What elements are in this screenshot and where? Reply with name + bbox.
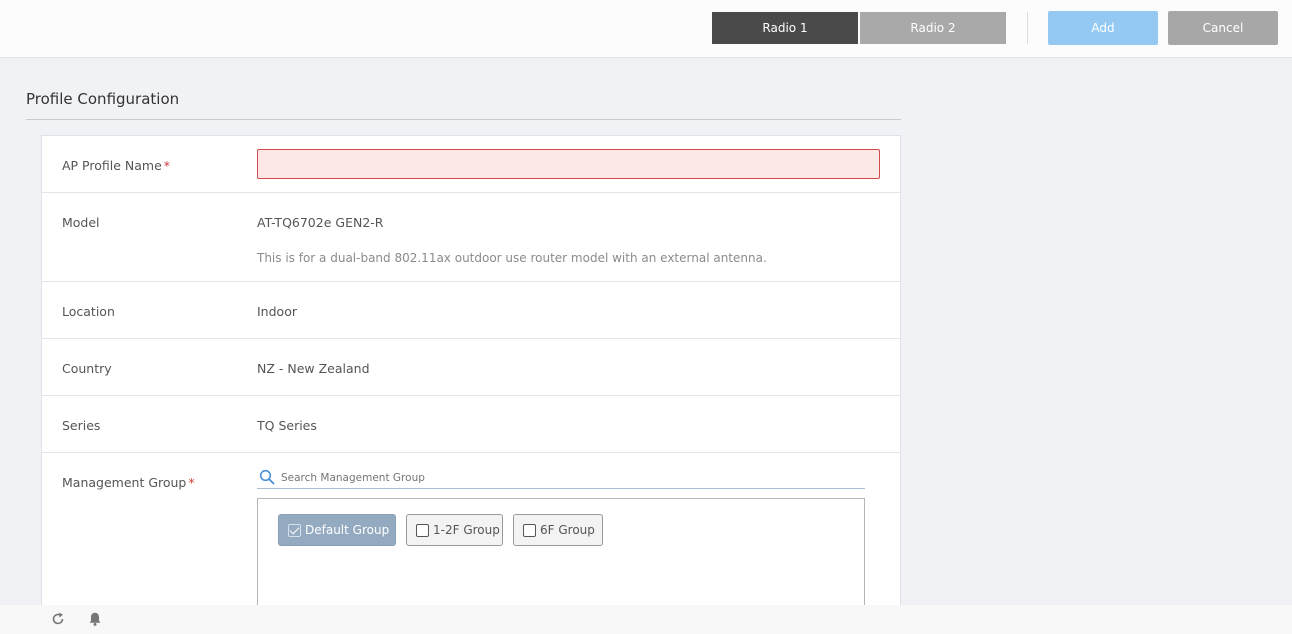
row-location: Location Indoor <box>42 282 900 339</box>
group-chip-label: 1-2F Group <box>433 523 500 537</box>
cancel-button[interactable]: Cancel <box>1168 11 1278 45</box>
row-series: Series TQ Series <box>42 396 900 453</box>
model-description: This is for a dual-band 802.11ax outdoor… <box>257 251 767 265</box>
required-mark: * <box>163 158 171 173</box>
top-toolbar: Radio 1 Radio 2 Add Cancel <box>0 0 1292 58</box>
checkbox-checked-icon[interactable] <box>288 523 301 537</box>
bell-icon[interactable] <box>87 611 103 627</box>
ap-profile-name-input[interactable] <box>257 149 880 179</box>
country-label: Country <box>62 361 112 376</box>
management-group-search-input[interactable] <box>281 470 861 486</box>
model-value: AT-TQ6702e GEN2-R <box>257 215 384 230</box>
ap-profile-name-label: AP Profile Name * <box>62 158 171 173</box>
checkbox-icon[interactable] <box>416 523 429 537</box>
country-value: NZ - New Zealand <box>257 361 370 376</box>
group-chip-1-2f-group[interactable]: 1-2F Group <box>406 514 503 546</box>
row-country: Country NZ - New Zealand <box>42 339 900 396</box>
profile-config-panel: AP Profile Name * Model AT-TQ6702e GEN2-R… <box>41 135 901 634</box>
search-icon <box>259 469 275 485</box>
section-divider <box>26 119 901 120</box>
group-chip-label: Default Group <box>305 523 390 537</box>
refresh-icon[interactable] <box>50 611 66 627</box>
toolbar-divider <box>1027 12 1028 44</box>
group-chip-default-group[interactable]: Default Group <box>278 514 396 546</box>
location-label: Location <box>62 304 115 319</box>
location-value: Indoor <box>257 304 297 319</box>
group-chip-6f-group[interactable]: 6F Group <box>513 514 603 546</box>
management-group-label: Management Group * <box>62 475 195 490</box>
add-button[interactable]: Add <box>1048 11 1158 45</box>
checkbox-icon[interactable] <box>523 523 536 537</box>
group-chip-label: 6F Group <box>540 523 595 537</box>
tab-radio-1[interactable]: Radio 1 <box>712 12 858 44</box>
series-label: Series <box>62 418 101 433</box>
series-value: TQ Series <box>257 418 317 433</box>
row-model: Model AT-TQ6702e GEN2-R This is for a du… <box>42 193 900 282</box>
management-group-search <box>257 469 865 489</box>
model-label: Model <box>62 215 100 230</box>
tab-radio-2[interactable]: Radio 2 <box>860 12 1006 44</box>
row-ap-profile-name: AP Profile Name * <box>42 136 900 193</box>
footer-bar <box>0 605 1292 634</box>
section-title: Profile Configuration <box>26 90 180 108</box>
required-mark: * <box>188 475 195 490</box>
